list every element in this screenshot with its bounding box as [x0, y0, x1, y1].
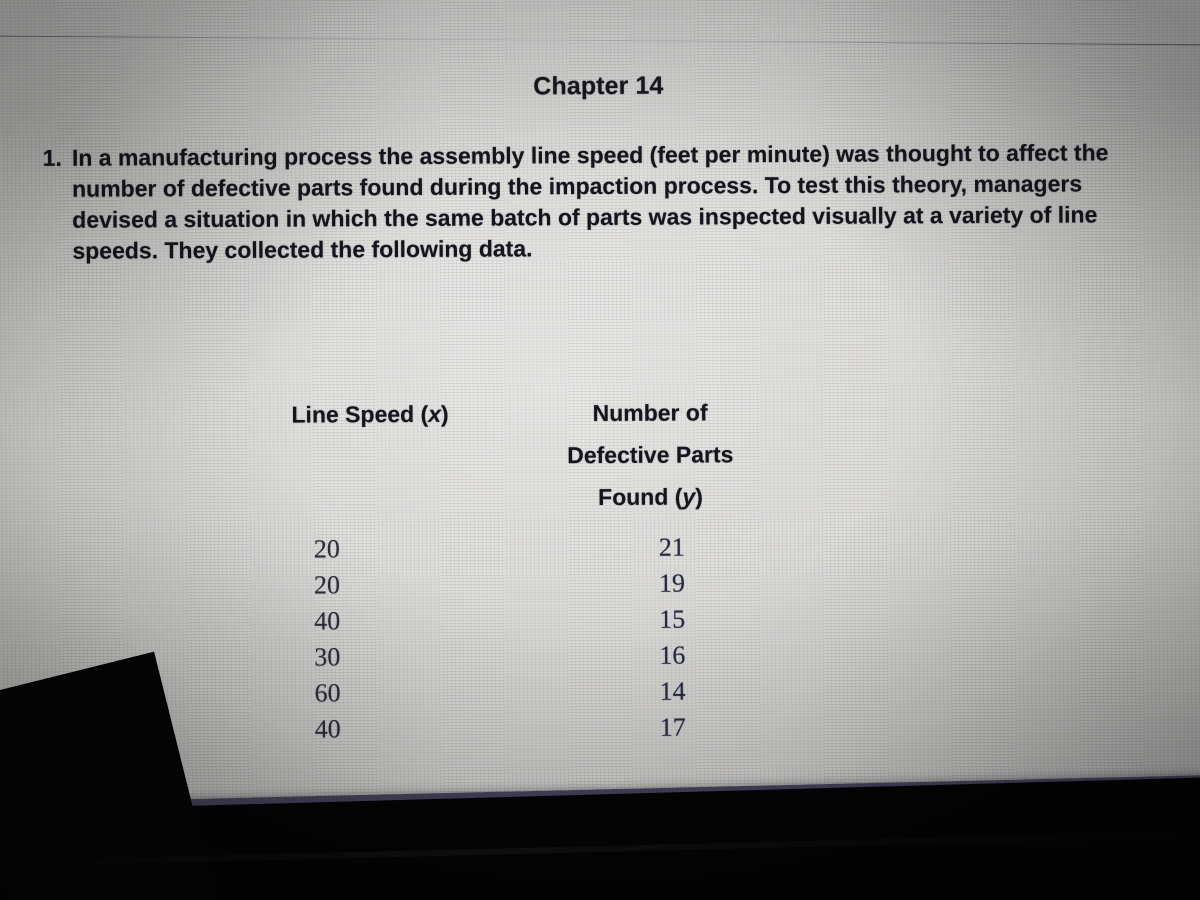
cell-defective-parts: 19: [658, 568, 686, 598]
cell-line-speed: 40: [314, 714, 341, 744]
cell-defective-parts: 15: [659, 604, 686, 634]
table-row: 20 19: [231, 565, 791, 604]
table-row: 40 17: [232, 709, 792, 748]
cell-defective-parts: 16: [659, 640, 686, 670]
table-row: 60 14: [231, 673, 791, 712]
cell-line-speed: 40: [314, 606, 341, 636]
table-row: 30 16: [231, 637, 791, 676]
photo-of-monitor: Chapter 14 1. In a manufacturing process…: [0, 0, 1200, 900]
column-header-line-speed-paren: ): [440, 400, 449, 427]
cell-line-speed: 60: [314, 678, 341, 708]
variable-x: x: [428, 400, 442, 427]
variable-y: y: [682, 483, 696, 510]
column-header-y-line2: Defective Parts: [567, 441, 734, 469]
cell-line-speed: 20: [313, 534, 340, 564]
problem-item: 1. In a manufacturing process the assemb…: [43, 137, 1164, 267]
column-header-line-speed-text: Line Speed (: [291, 400, 429, 428]
document-content: Chapter 14 1. In a manufacturing process…: [0, 0, 1200, 803]
cell-defective-parts: 17: [659, 712, 686, 742]
table-row: 20 21: [231, 529, 791, 568]
column-header-line-speed: Line Speed (x): [230, 392, 510, 435]
problem-number: 1.: [42, 144, 62, 171]
problem-text: In a manufacturing process the assembly …: [71, 139, 1109, 264]
cell-defective-parts: 21: [658, 532, 685, 562]
column-header-y-paren: ): [695, 483, 703, 510]
table-header-row: Line Speed (x) Number of Defective Parts…: [230, 391, 791, 520]
cell-defective-parts: 14: [659, 676, 686, 706]
column-header-y-found-text: Found (: [598, 483, 683, 511]
column-header-y-line3: Found (y): [510, 475, 790, 518]
data-table: Line Speed (x) Number of Defective Parts…: [230, 391, 792, 748]
cell-line-speed: 30: [314, 642, 341, 672]
table-row: 40 15: [231, 601, 791, 640]
page-title: Chapter 14: [533, 71, 664, 101]
table-body: 20 21 20 19 40 15 30 16 60 14 40 17: [231, 529, 792, 748]
column-header-defective-parts: Number of Defective Parts Found (y): [510, 391, 791, 518]
column-header-y-line1: Number of: [592, 399, 708, 427]
cell-line-speed: 20: [313, 570, 341, 600]
